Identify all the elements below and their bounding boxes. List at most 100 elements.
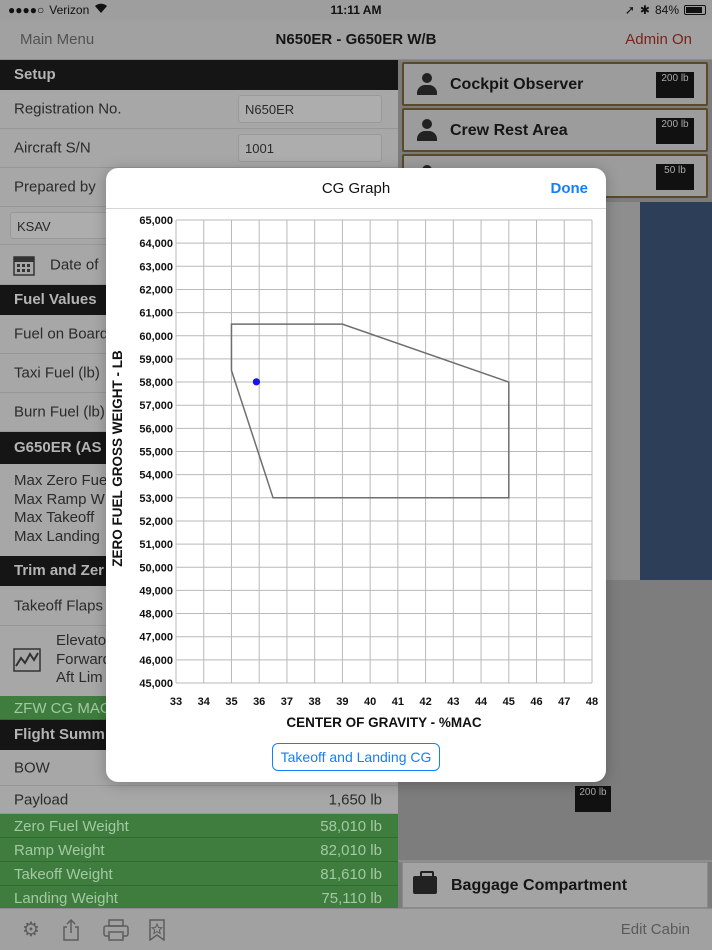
x-tick-label: 38	[309, 696, 321, 708]
max-landing-label: Max Landing	[14, 527, 100, 545]
third-station-weight: 50 lb	[656, 164, 694, 190]
bookmark-star-icon[interactable]	[146, 919, 168, 942]
x-tick-label: 40	[364, 696, 376, 708]
y-tick-label: 64,000	[139, 238, 173, 250]
status-time: 11:11 AM	[330, 3, 382, 17]
bluetooth-icon: ✱	[639, 3, 650, 17]
registration-field[interactable]: N650ER	[238, 95, 382, 123]
y-tick-label: 65,000	[139, 215, 173, 227]
modal-title: CG Graph	[321, 180, 391, 197]
x-tick-label: 34	[198, 696, 211, 708]
done-button[interactable]: Done	[551, 180, 589, 197]
x-tick-label: 45	[503, 696, 515, 708]
elevator-text: Elevato Forward Aft Lim	[56, 632, 112, 686]
payload-label: Payload	[14, 791, 69, 808]
y-tick-label: 47,000	[139, 632, 173, 644]
cg-graph-modal: CG Graph Done 33 34 35 36 37 38 39 40 41 42 43 44 45…	[106, 168, 606, 782]
landing-weight-row: Landing Weight 75,110 lb	[0, 886, 398, 908]
x-tick-label: 42	[419, 696, 431, 708]
y-tick-label: 56,000	[139, 423, 173, 435]
suitcase-icon	[413, 871, 437, 894]
max-takeoff-label: Max Takeoff	[14, 509, 95, 526]
taxi-fuel-label: Taxi Fuel (lb)	[14, 364, 100, 382]
cockpit-observer-label: Cockpit Observer	[450, 76, 584, 93]
burn-fuel-label: Burn Fuel (lb)	[14, 403, 105, 421]
navigation-bar: Main Menu N650ER - G650ER W/B Admin On	[0, 20, 712, 60]
x-tick-label: 35	[225, 696, 237, 708]
x-tick-label: 37	[281, 696, 293, 708]
y-tick-label: 52,000	[139, 516, 173, 528]
registration-row: Registration No. N650ER	[0, 90, 398, 129]
landing-weight-label: Landing Weight	[14, 890, 118, 907]
y-tick-label: 62,000	[139, 284, 173, 296]
battery-icon	[684, 5, 706, 15]
takeoff-landing-cg-button[interactable]: Takeoff and Landing CG	[272, 743, 440, 771]
admin-on-button[interactable]: Admin On	[625, 31, 692, 48]
printer-icon[interactable]	[102, 919, 130, 941]
x-tick-label: 33	[170, 696, 182, 708]
serial-label: Aircraft S/N	[14, 139, 91, 157]
cg-chart: 33 34 35 36 37 38 39 40 41 42 43 44 45 46 47 48 45,000 46…	[110, 215, 598, 730]
x-axis-label: CENTER OF GRAVITY - %MAC	[286, 715, 482, 730]
zero-fuel-weight-value: 58,010 lb	[320, 818, 382, 835]
y-tick-label: 45,000	[139, 678, 173, 690]
y-tick-label: 61,000	[139, 308, 173, 320]
takeoff-flaps-label: Takeoff Flaps	[14, 597, 103, 614]
y-tick-label: 59,000	[139, 354, 173, 366]
seat-weight-badge[interactable]: 200 lb	[575, 786, 611, 812]
battery-percent: 84%	[654, 3, 679, 17]
takeoff-weight-row: Takeoff Weight 81,610 lb	[0, 862, 398, 886]
ramp-weight-label: Ramp Weight	[14, 842, 105, 859]
settings-gear-icon[interactable]: ⚙	[20, 919, 42, 941]
x-tick-label: 43	[447, 696, 459, 708]
max-ramp-label: Max Ramp W	[14, 490, 105, 508]
y-tick-label: 63,000	[139, 261, 173, 273]
limits-list: Max Zero Fue Max Ramp W Max Takeoff Max …	[14, 472, 107, 546]
y-tick-label: 46,000	[139, 655, 173, 667]
page-title: N650ER - G650ER W/B	[275, 31, 437, 48]
baggage-compartment-label: Baggage Compartment	[451, 877, 628, 894]
trend-chart-icon	[13, 648, 41, 676]
landing-weight-value: 75,110 lb	[321, 890, 382, 907]
payload-row: Payload 1,650 lb	[0, 786, 398, 814]
date-label: Date of	[50, 256, 99, 273]
takeoff-weight-label: Takeoff Weight	[14, 866, 113, 883]
y-tick-label: 54,000	[139, 470, 173, 482]
y-tick-label: 50,000	[139, 562, 173, 574]
max-zero-fuel-label: Max Zero Fue	[14, 472, 108, 489]
baggage-compartment-button[interactable]: Baggage Compartment	[402, 862, 708, 908]
x-tick-label: 46	[530, 696, 542, 708]
y-tick-label: 55,000	[139, 447, 173, 459]
payload-value: 1,650 lb	[328, 791, 382, 808]
ramp-weight-value: 82,010 lb	[320, 842, 382, 859]
y-tick-label: 53,000	[139, 493, 173, 505]
prepared-by-label: Prepared by	[14, 178, 96, 196]
location-icon: ➚	[624, 3, 635, 17]
crew-rest-area-button[interactable]: Crew Rest Area 200 lb	[402, 108, 708, 152]
x-tick-label: 41	[392, 696, 404, 708]
serial-field[interactable]: 1001	[238, 134, 382, 162]
cg-point	[252, 378, 261, 386]
modal-header: CG Graph Done	[106, 168, 606, 209]
airport-field[interactable]: KSAV	[10, 212, 110, 239]
y-axis-label: ZERO FUEL GROSS WEIGHT - LB	[110, 350, 125, 567]
share-icon[interactable]	[60, 918, 82, 941]
y-tick-label: 58,000	[139, 377, 173, 389]
fuel-on-board-label: Fuel on Board	[14, 325, 109, 343]
x-tick-label: 39	[336, 696, 348, 708]
x-tick-label: 44	[475, 696, 488, 708]
bottom-toolbar: ⚙ Edit Cabin	[0, 908, 712, 950]
edit-cabin-button[interactable]: Edit Cabin	[621, 921, 690, 938]
y-tick-label: 48,000	[139, 609, 173, 621]
serial-row: Aircraft S/N 1001	[0, 129, 398, 168]
section-setup: Setup	[0, 60, 398, 90]
x-tick-label: 36	[253, 696, 265, 708]
calendar-icon	[13, 254, 35, 280]
person-icon	[416, 73, 438, 97]
bow-label: BOW	[14, 759, 50, 776]
registration-label: Registration No.	[14, 100, 122, 118]
y-tick-label: 49,000	[139, 585, 173, 597]
cockpit-observer-button[interactable]: Cockpit Observer 200 lb	[402, 62, 708, 106]
zero-fuel-weight-row: Zero Fuel Weight 58,010 lb	[0, 814, 398, 838]
status-bar: ●●●●○ Verizon 11:11 AM ➚ ✱ 84%	[0, 0, 712, 20]
